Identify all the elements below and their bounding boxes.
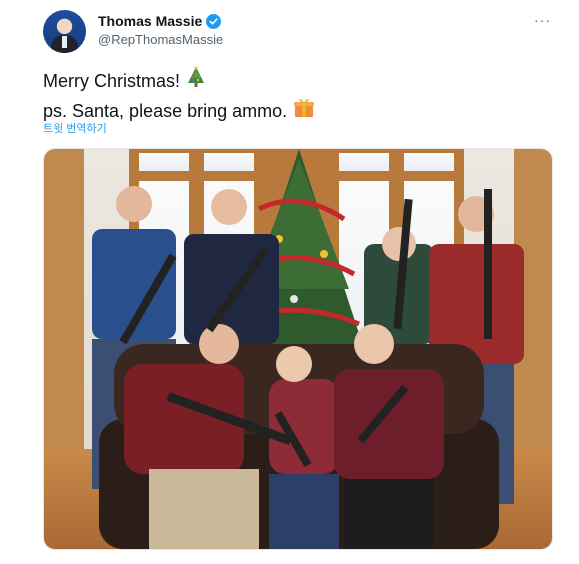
author-name[interactable]: Thomas Massie: [98, 13, 202, 29]
avatar-shirt: [62, 36, 67, 48]
tweet-line-1: Merry Christmas!: [43, 66, 315, 96]
translate-tweet-link[interactable]: 트윗 번역하기: [43, 120, 107, 136]
tweet-text: Merry Christmas! ps. Santa, please bring…: [43, 66, 315, 126]
tweet-line-1-text: Merry Christmas!: [43, 70, 181, 91]
author-handle[interactable]: @RepThomasMassie: [98, 32, 223, 47]
tweet-photo-graphic: [44, 149, 552, 549]
more-options-button[interactable]: ···: [534, 12, 551, 28]
avatar[interactable]: [43, 10, 86, 53]
gift-icon: [293, 96, 315, 126]
tweet-photo[interactable]: [43, 148, 553, 550]
christmas-tree-icon: [186, 66, 206, 96]
verified-badge-icon: [206, 13, 222, 29]
author-name-row: Thomas Massie: [98, 13, 222, 29]
